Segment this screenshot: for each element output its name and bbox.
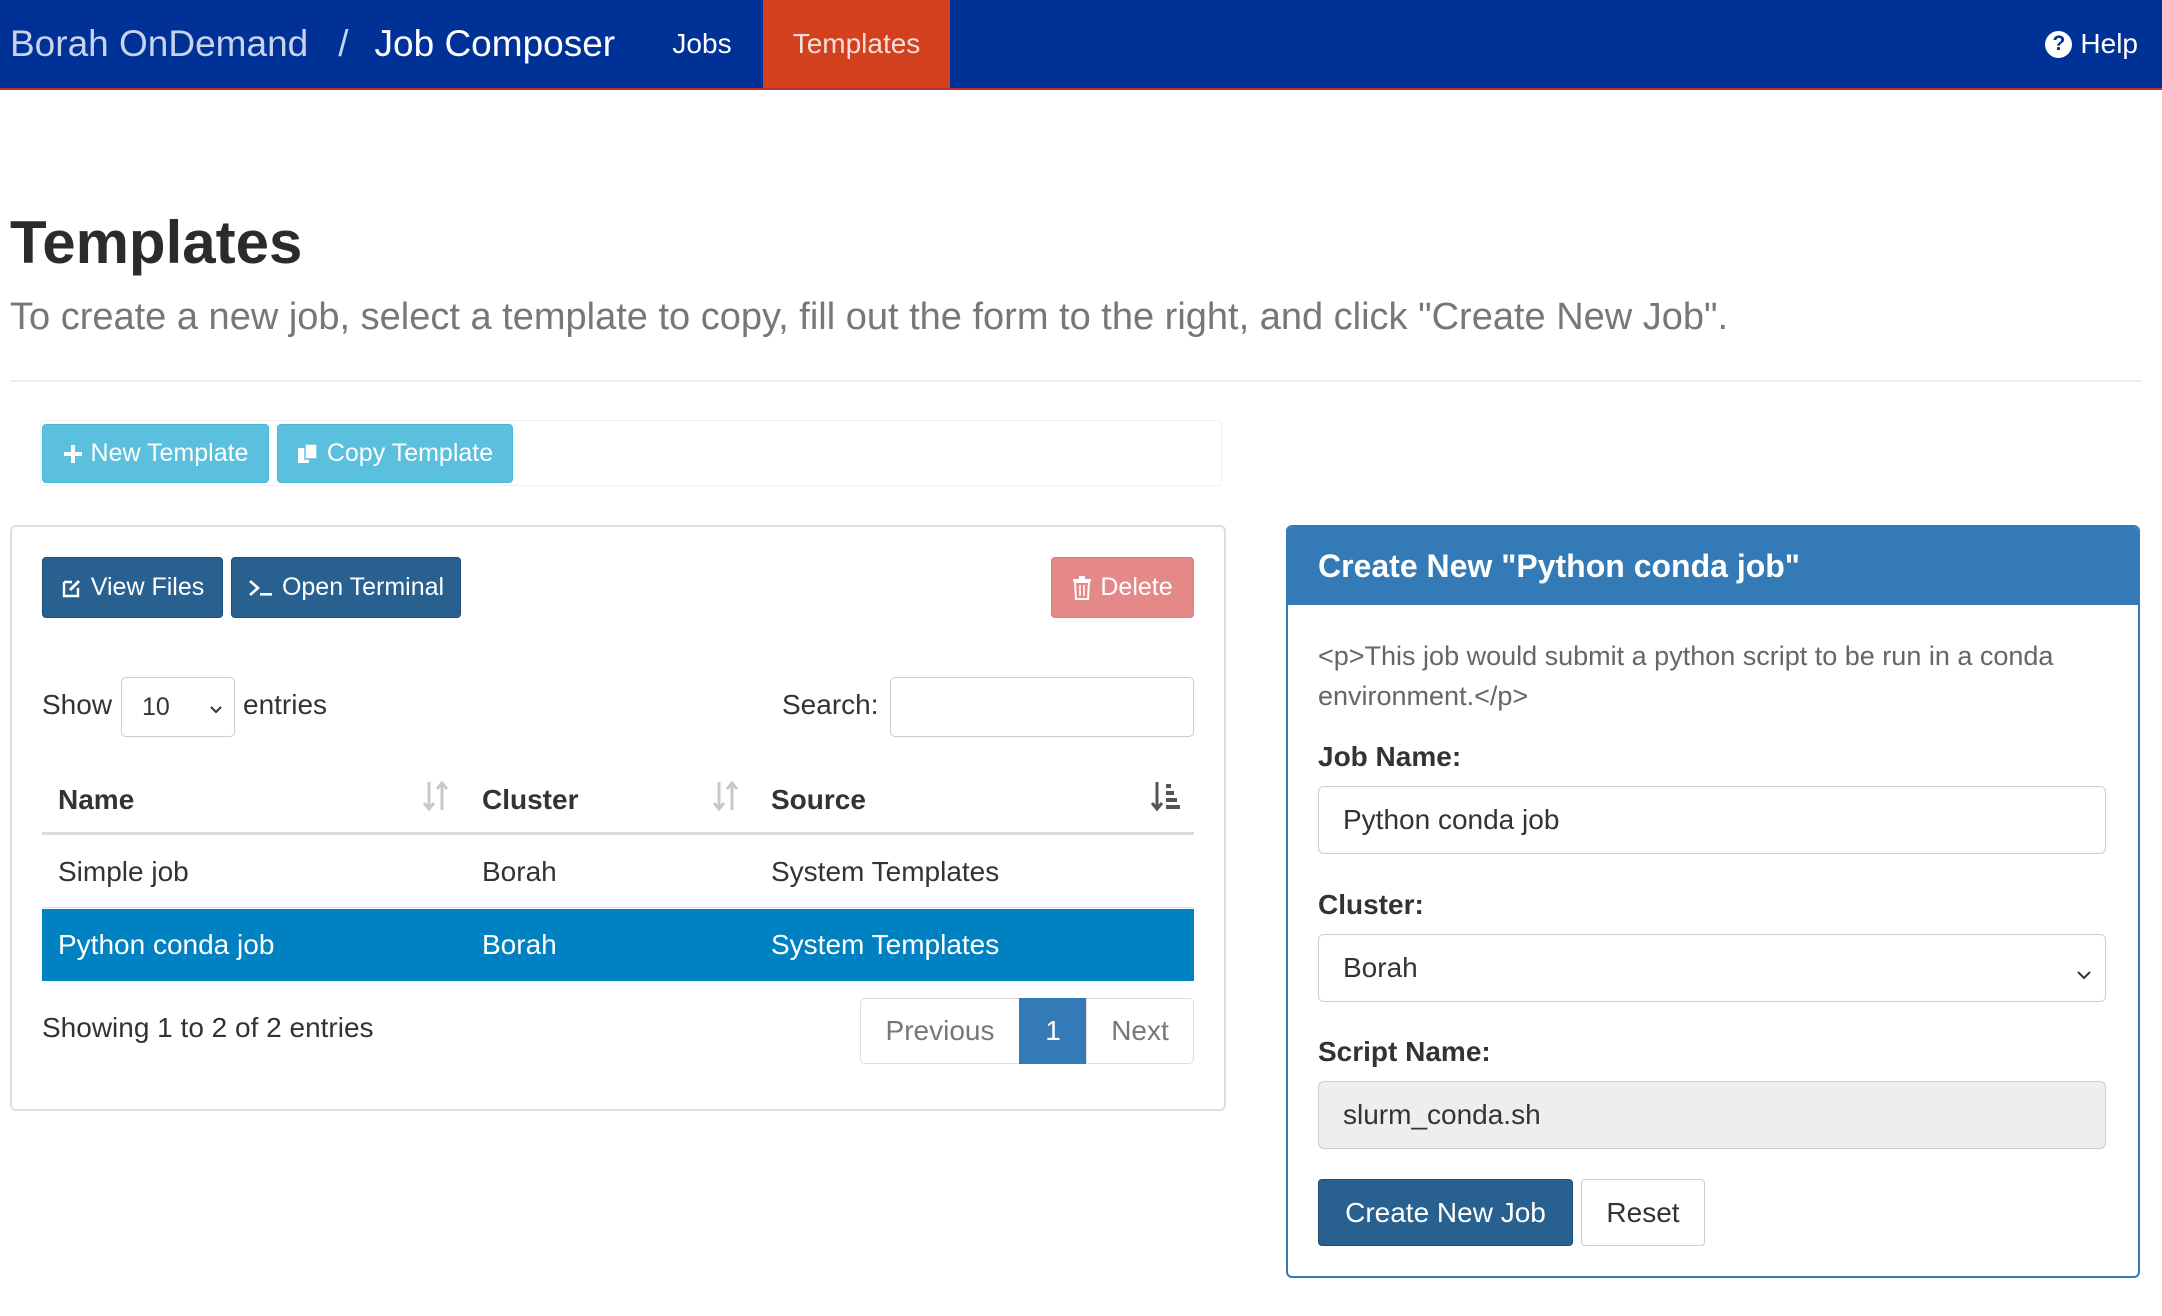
create-job-heading: Create New "Python conda job" bbox=[1288, 527, 2138, 605]
table-info: Showing 1 to 2 of 2 entries bbox=[42, 1012, 374, 1043]
cell-cluster: Borah bbox=[482, 929, 557, 960]
chevron-down-icon bbox=[2075, 959, 2093, 991]
create-new-job-button[interactable]: Create New Job bbox=[1318, 1179, 1573, 1246]
page-subtitle: To create a new job, select a template t… bbox=[10, 296, 1729, 338]
pagination-page-1[interactable]: 1 bbox=[1019, 998, 1087, 1064]
cell-source: System Templates bbox=[771, 856, 1000, 887]
plus-icon bbox=[63, 444, 83, 464]
sort-ascending-icon bbox=[1150, 780, 1180, 817]
cluster-label: Cluster: bbox=[1318, 889, 1424, 920]
cell-name: Python conda job bbox=[58, 929, 275, 960]
sort-both-icon bbox=[421, 780, 451, 817]
nav-help[interactable]: ? Help bbox=[2045, 0, 2138, 88]
search-label: Search: bbox=[782, 689, 879, 720]
edit-icon bbox=[61, 577, 83, 599]
column-header-source[interactable]: Source bbox=[755, 768, 1194, 832]
table-header-rule bbox=[42, 832, 1194, 835]
script-name-field: slurm_conda.sh bbox=[1318, 1081, 2106, 1149]
view-files-button[interactable]: View Files bbox=[42, 557, 223, 618]
new-template-button[interactable]: New Template bbox=[42, 424, 269, 483]
script-name-label: Script Name: bbox=[1318, 1036, 1491, 1067]
open-terminal-button[interactable]: Open Terminal bbox=[231, 557, 461, 618]
show-label: Show bbox=[42, 689, 113, 720]
column-header-name-label: Name bbox=[58, 784, 135, 815]
template-description: <p>This job would submit a python script… bbox=[1318, 641, 2054, 711]
cell-source: System Templates bbox=[771, 929, 1000, 960]
column-header-cluster-label: Cluster bbox=[482, 784, 579, 815]
brand-separator: / bbox=[338, 23, 349, 64]
table-row-selected[interactable]: Python conda job Borah System Templates bbox=[42, 909, 1194, 981]
page-title: Templates bbox=[10, 209, 303, 276]
job-name-field[interactable]: Python conda job bbox=[1318, 786, 2106, 854]
open-terminal-label: Open Terminal bbox=[281, 573, 445, 601]
view-files-label: View Files bbox=[90, 573, 205, 601]
table-row[interactable]: Simple job Borah System Templates bbox=[42, 836, 1194, 908]
chevron-down-icon bbox=[208, 695, 224, 724]
pagination-next[interactable]: Next bbox=[1086, 998, 1194, 1064]
search-input[interactable] bbox=[890, 677, 1194, 737]
sort-both-icon bbox=[711, 780, 741, 817]
nav-help-label: Help bbox=[2080, 28, 2138, 59]
question-circle-icon: ? bbox=[2045, 30, 2073, 58]
nav-templates[interactable]: Templates bbox=[763, 0, 950, 88]
cluster-value: Borah bbox=[1343, 952, 1418, 983]
job-name-value: Python conda job bbox=[1343, 804, 1560, 835]
page-length-select[interactable]: 10 bbox=[121, 677, 235, 737]
navbar: Borah OnDemand / Job Composer Jobs Templ… bbox=[0, 0, 2162, 90]
column-header-source-label: Source bbox=[771, 784, 866, 815]
copy-icon bbox=[297, 442, 319, 465]
copy-template-label: Copy Template bbox=[326, 439, 494, 467]
nav-jobs[interactable]: Jobs bbox=[650, 0, 754, 88]
pagination-previous[interactable]: Previous bbox=[860, 998, 1020, 1064]
terminal-icon bbox=[248, 577, 274, 599]
new-template-label: New Template bbox=[90, 439, 249, 467]
page-length-value: 10 bbox=[142, 692, 170, 721]
cell-name: Simple job bbox=[58, 856, 189, 887]
reset-button[interactable]: Reset bbox=[1581, 1179, 1705, 1246]
entries-label: entries bbox=[243, 689, 328, 720]
cell-cluster: Borah bbox=[482, 856, 557, 887]
brand: Borah OnDemand / Job Composer bbox=[10, 0, 615, 88]
cluster-select[interactable]: Borah bbox=[1318, 934, 2106, 1002]
job-name-label: Job Name: bbox=[1318, 741, 1462, 772]
brand-org-link[interactable]: Borah OnDemand bbox=[10, 23, 308, 65]
column-header-name[interactable]: Name bbox=[42, 768, 466, 832]
copy-template-button[interactable]: Copy Template bbox=[277, 424, 513, 483]
header-divider bbox=[10, 380, 2142, 382]
trash-icon bbox=[1072, 575, 1092, 600]
script-name-value: slurm_conda.sh bbox=[1343, 1099, 1541, 1130]
delete-button[interactable]: Delete bbox=[1051, 557, 1194, 618]
brand-app-link[interactable]: Job Composer bbox=[375, 23, 616, 65]
delete-label: Delete bbox=[1100, 573, 1173, 601]
